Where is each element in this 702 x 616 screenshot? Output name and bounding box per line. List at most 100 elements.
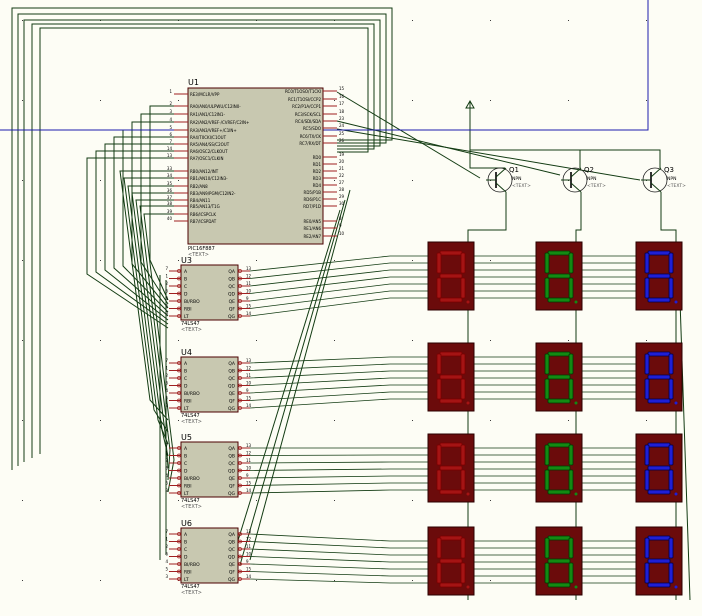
display-segment bbox=[647, 250, 671, 256]
decoder-pin-name: B bbox=[184, 540, 187, 546]
transistor-q2[interactable]: Q2 NPN<TEXT> bbox=[561, 166, 606, 193]
grid-dot bbox=[22, 180, 23, 181]
grid-dot bbox=[568, 20, 569, 21]
grid-dot bbox=[412, 340, 413, 341]
grid-dot bbox=[412, 500, 413, 501]
decoder-pin-name: QE bbox=[229, 476, 236, 482]
schematic-canvas: U1PIC16F887<TEXT>1RE3/MCLR/VPP2RA0/AN0/U… bbox=[0, 0, 691, 601]
segment-bus bbox=[249, 283, 428, 302]
segment-bus bbox=[249, 475, 428, 479]
mcu-pin-name: RB5/AN13/T1G bbox=[190, 204, 220, 209]
mcu-pin-name: RB6/ICSPCLK bbox=[190, 212, 216, 217]
mcu-pin-number: 18 bbox=[339, 109, 345, 114]
display-segment bbox=[647, 374, 671, 380]
mcu-pin-number: 26 bbox=[339, 138, 345, 143]
decoder-pin-name: QB bbox=[228, 540, 235, 546]
seven-seg-display[interactable]: 8 bbox=[635, 241, 683, 311]
display-segment bbox=[544, 469, 550, 491]
decoder-pin-number: 13 bbox=[246, 358, 252, 363]
decoder-pin-number: 1 bbox=[165, 274, 168, 279]
decoder-u3[interactable]: U374LS47<TEXT>7A1B2C6D4BI/RBO5RBI3LT13QA… bbox=[165, 256, 251, 333]
decoder-u4[interactable]: U474LS47<TEXT>7A1B2C6D4BI/RBO5RBI3LT13QA… bbox=[165, 348, 251, 425]
decoder-pin-number: 11 bbox=[246, 458, 252, 463]
display-segment bbox=[647, 489, 671, 495]
display-segment bbox=[547, 297, 571, 303]
mcu-u1[interactable]: U1PIC16F887<TEXT>1RE3/MCLR/VPP2RA0/AN0/U… bbox=[167, 78, 345, 258]
display-segment bbox=[547, 442, 571, 448]
display-segment bbox=[544, 562, 550, 584]
display-segment bbox=[460, 353, 466, 375]
base-wire bbox=[336, 128, 641, 181]
mcu-pin-number: 27 bbox=[339, 180, 345, 185]
mcu-pin-number: 29 bbox=[339, 194, 345, 199]
decoder-pin-name: RBI bbox=[184, 570, 192, 576]
display-segment bbox=[644, 277, 650, 299]
seven-seg-display[interactable]: 8 bbox=[427, 342, 475, 412]
seven-seg-display[interactable]: 8 bbox=[635, 342, 683, 412]
decoder-pin-number: 10 bbox=[246, 552, 252, 557]
seven-seg-display[interactable]: 8 bbox=[535, 526, 583, 596]
decoder-pin-name: C bbox=[184, 461, 187, 467]
decoder-pin-name: QA bbox=[228, 446, 236, 452]
display-segment bbox=[439, 535, 463, 541]
seven-seg-display[interactable]: 8 bbox=[535, 241, 583, 311]
display-segment bbox=[547, 582, 571, 588]
display-segment bbox=[568, 537, 574, 559]
mcu-pin-name: RA4/T0CKI/C1OUT bbox=[190, 135, 227, 140]
segment-bus bbox=[249, 578, 428, 584]
mcu-pin-number: 34 bbox=[167, 173, 173, 178]
decoder-pin-number: 12 bbox=[246, 366, 252, 371]
display-segment bbox=[644, 353, 650, 375]
decoder-pin-name: D bbox=[184, 384, 188, 390]
decoder-pin-number: 11 bbox=[246, 281, 252, 286]
seven-seg-display[interactable]: 8 bbox=[427, 526, 475, 596]
display-segment bbox=[439, 489, 463, 495]
grid-dot bbox=[646, 340, 647, 341]
transistor-q3[interactable]: Q3 NPN<TEXT> bbox=[641, 166, 686, 193]
mcu-pin-number: 35 bbox=[167, 181, 173, 186]
decoder-pin-number: 14 bbox=[246, 403, 252, 408]
decoder-pin-name: C bbox=[184, 284, 187, 290]
decoder-pin-name: QG bbox=[228, 577, 236, 583]
seven-seg-display[interactable]: 8 bbox=[535, 342, 583, 412]
decoder-pin-name: B bbox=[184, 369, 187, 375]
display-segment bbox=[647, 582, 671, 588]
seven-seg-display[interactable]: 8 bbox=[635, 526, 683, 596]
mcu-pin-name: RC4/SDI/SDA bbox=[295, 119, 321, 124]
display-segment bbox=[668, 277, 674, 299]
decoder-pin-number: 6 bbox=[165, 289, 168, 294]
grid-dot bbox=[100, 420, 101, 421]
mcu-pin-name: RB2/AN8 bbox=[190, 184, 208, 189]
display-dp bbox=[466, 492, 470, 496]
segment-bus bbox=[249, 356, 428, 364]
grid-dot bbox=[568, 100, 569, 101]
decoder-pin-name: RBI bbox=[184, 307, 192, 313]
transistor-q1[interactable]: Q1 NPN<TEXT> bbox=[486, 166, 531, 193]
seven-seg-display[interactable]: 8 bbox=[427, 241, 475, 311]
decoder-u6[interactable]: U674LS47<TEXT>7A1B2C6D4BI/RBO5RBI3LT13QA… bbox=[165, 519, 251, 596]
decoder-pin-name: C bbox=[184, 547, 187, 553]
decoder-u5[interactable]: U574LS47<TEXT>7A1B2C6D4BI/RBO5RBI3LT13QA… bbox=[165, 433, 251, 510]
seven-seg-display[interactable]: 8 bbox=[535, 433, 583, 503]
seven-seg-display[interactable]: 8 bbox=[635, 433, 683, 503]
decoder-pin-name: QB bbox=[228, 454, 235, 460]
supply-wire bbox=[470, 149, 581, 168]
display-segment bbox=[547, 465, 571, 471]
grid-dot bbox=[100, 340, 101, 341]
mcu-pin-name: RD1 bbox=[313, 162, 322, 167]
segment-bus bbox=[249, 290, 428, 309]
mcu-pin-name: RD0 bbox=[313, 155, 322, 160]
mcu-pin-number: 20 bbox=[339, 159, 345, 164]
decoder-pin-name: QF bbox=[229, 570, 236, 576]
seven-seg-display[interactable]: 8 bbox=[427, 433, 475, 503]
mcu-pin-name: RE2/AN7 bbox=[304, 234, 322, 239]
decoder-pin-name: LT bbox=[184, 406, 189, 412]
decoder-pin-name: B bbox=[184, 277, 187, 283]
segment-bus bbox=[249, 398, 428, 409]
grid-dot bbox=[178, 180, 179, 181]
decoder-pin-number: 4 bbox=[165, 296, 168, 301]
transistor-emitter-lead bbox=[495, 182, 507, 193]
decoder-pin-number: 15 bbox=[246, 481, 252, 486]
decoder-text-tag: <TEXT> bbox=[181, 504, 202, 510]
decoder-pin-number: 5 bbox=[165, 481, 168, 486]
